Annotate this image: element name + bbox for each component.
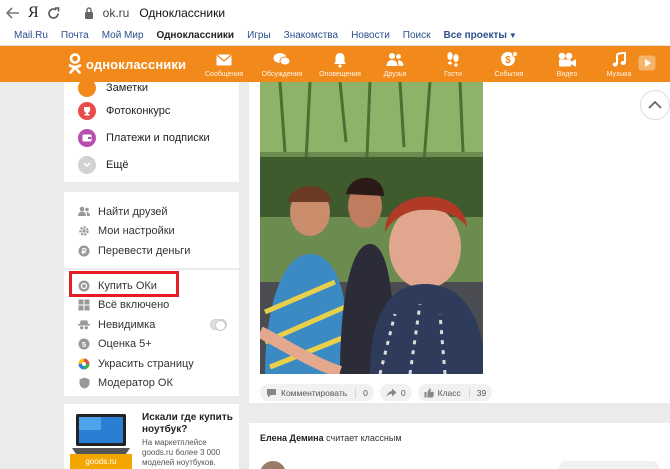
ad-title[interactable]: Искали где купить ноутбук? bbox=[142, 412, 238, 436]
portal-link-games[interactable]: Игры bbox=[247, 30, 271, 41]
yandex-logo[interactable]: Я bbox=[28, 4, 39, 22]
highlight-box bbox=[69, 271, 179, 297]
thumbs-up-icon bbox=[424, 388, 434, 398]
rating-icon: 5 bbox=[78, 338, 90, 350]
portal-link-all-projects[interactable]: Все проекты ▼ bbox=[444, 30, 530, 41]
footprints-icon bbox=[447, 52, 459, 67]
comment-icon bbox=[266, 388, 277, 398]
portal-link-mail[interactable]: Почта bbox=[61, 30, 89, 41]
chat-icon bbox=[273, 53, 291, 66]
share-arrow-icon bbox=[386, 388, 397, 398]
svg-text:5: 5 bbox=[82, 340, 86, 349]
all-included-icon bbox=[78, 299, 90, 311]
url-text[interactable]: ok.ru bbox=[103, 6, 130, 20]
friends-icon bbox=[386, 53, 404, 66]
portal-link-ok[interactable]: Одноклассники bbox=[157, 30, 235, 41]
menu-item-rating[interactable]: 5 Оценка 5+ bbox=[64, 335, 239, 355]
toolbar-discussions[interactable]: Обсуждения bbox=[257, 50, 307, 78]
toolbar-guests[interactable]: Гости bbox=[428, 50, 478, 78]
music-icon bbox=[612, 51, 626, 66]
wallet-icon bbox=[78, 128, 96, 147]
menu-item-decorate[interactable]: Украсить страницу bbox=[64, 354, 239, 374]
scroll-up-button[interactable] bbox=[640, 90, 670, 120]
arrow-left-icon bbox=[6, 7, 19, 19]
decorate-icon bbox=[78, 358, 90, 370]
toolbar-events[interactable]: $ События bbox=[484, 50, 534, 78]
chevron-down-icon: ▼ bbox=[508, 31, 517, 40]
left-menu-apps: Заметки Фотоконкурс Платежи и подписки Е… bbox=[64, 78, 239, 182]
post-actions: Комментировать 0 0 Класс 39 bbox=[260, 384, 498, 401]
page-title: Одноклассники bbox=[139, 6, 226, 20]
portal-links-bar: Mail.Ru Почта Мой Мир Одноклассники Игры… bbox=[0, 26, 670, 46]
toolbar-video[interactable]: Видео bbox=[542, 50, 592, 78]
invisible-icon bbox=[78, 319, 90, 331]
browser-address-bar: Я ok.ru Одноклассники bbox=[0, 0, 670, 26]
ad-text: На маркетплейсе goods.ru более 3 000 мод… bbox=[142, 438, 221, 467]
ad-banner[interactable]: goods.ru Искали где купить ноутбук? На м… bbox=[64, 404, 239, 469]
svg-text:$: $ bbox=[505, 55, 511, 66]
activity-action: считает классным bbox=[326, 433, 402, 443]
toolbar-play-button[interactable] bbox=[630, 55, 664, 76]
envelope-icon bbox=[216, 54, 232, 65]
chevron-down-icon bbox=[78, 155, 96, 174]
like-button[interactable]: Класс 39 bbox=[417, 384, 493, 401]
back-button[interactable] bbox=[0, 0, 26, 26]
portal-link-search[interactable]: Поиск bbox=[403, 30, 431, 41]
video-icon bbox=[558, 52, 576, 67]
portal-link-my-world[interactable]: Мой Мир bbox=[102, 30, 144, 41]
menu-item-moderator[interactable]: Модератор ОК bbox=[64, 374, 239, 394]
goods-badge: goods.ru bbox=[70, 454, 132, 469]
toolbar-friends[interactable]: Друзья bbox=[370, 50, 420, 78]
activity-author[interactable]: Елена Демина bbox=[260, 433, 324, 443]
activity-line: Елена Демина считает классным bbox=[260, 433, 402, 443]
reload-icon bbox=[48, 6, 60, 19]
ok-logo[interactable]: одноклассники bbox=[68, 53, 186, 75]
post-photo[interactable] bbox=[260, 82, 483, 374]
portal-link-news[interactable]: Новости bbox=[351, 30, 390, 41]
events-icon: $ bbox=[501, 51, 518, 66]
menu-item-payments[interactable]: Платежи и подписки bbox=[64, 124, 239, 151]
ok-logo-icon bbox=[68, 53, 82, 74]
toolbar-messages[interactable]: Сообщения bbox=[199, 50, 249, 78]
portal-link-dating[interactable]: Знакомства bbox=[284, 30, 338, 41]
trophy-icon bbox=[78, 101, 96, 120]
toolbar-notifications[interactable]: Оповещения bbox=[315, 50, 365, 78]
money-transfer-icon: ₽ bbox=[78, 245, 90, 257]
play-icon bbox=[638, 55, 656, 71]
menu-item-invisible[interactable]: Невидимка bbox=[64, 315, 239, 335]
left-menu-actions: Найти друзей Мои настройки ₽ Перевести д… bbox=[64, 192, 239, 268]
avatar[interactable] bbox=[260, 461, 286, 469]
invisible-toggle[interactable] bbox=[210, 319, 227, 331]
share-button[interactable]: 0 bbox=[379, 384, 412, 401]
comment-count: 0 bbox=[355, 387, 368, 398]
moderator-icon bbox=[78, 377, 90, 389]
main-toolbar: одноклассники Сообщения Обсуждения Опове… bbox=[0, 46, 670, 82]
find-friends-icon bbox=[78, 206, 90, 218]
menu-item-notes[interactable]: Заметки bbox=[64, 78, 239, 97]
comment-button[interactable]: Комментировать 0 bbox=[260, 384, 374, 401]
reload-button[interactable] bbox=[41, 0, 67, 26]
like-count: 39 bbox=[468, 387, 486, 398]
gear-icon bbox=[78, 225, 90, 237]
menu-item-all-included[interactable]: Всё включено bbox=[64, 296, 239, 316]
menu-item-transfer-money[interactable]: ₽ Перевести деньги bbox=[64, 241, 239, 261]
menu-item-photo-contest[interactable]: Фотоконкурс bbox=[64, 97, 239, 124]
lock-icon bbox=[79, 7, 99, 19]
chevron-up-icon bbox=[648, 101, 662, 109]
notes-icon bbox=[78, 78, 96, 97]
feed-item-activity: Елена Демина считает классным bbox=[249, 423, 670, 469]
feed-post: Комментировать 0 0 Класс 39 bbox=[249, 82, 670, 403]
menu-item-find-friends[interactable]: Найти друзей bbox=[64, 202, 239, 222]
bell-icon bbox=[334, 52, 346, 68]
portal-link-mailru[interactable]: Mail.Ru bbox=[14, 30, 48, 41]
add-friend-pill[interactable] bbox=[559, 461, 659, 469]
svg-text:₽: ₽ bbox=[81, 247, 86, 256]
menu-item-settings[interactable]: Мои настройки bbox=[64, 222, 239, 242]
menu-item-more[interactable]: Ещё bbox=[64, 151, 239, 178]
